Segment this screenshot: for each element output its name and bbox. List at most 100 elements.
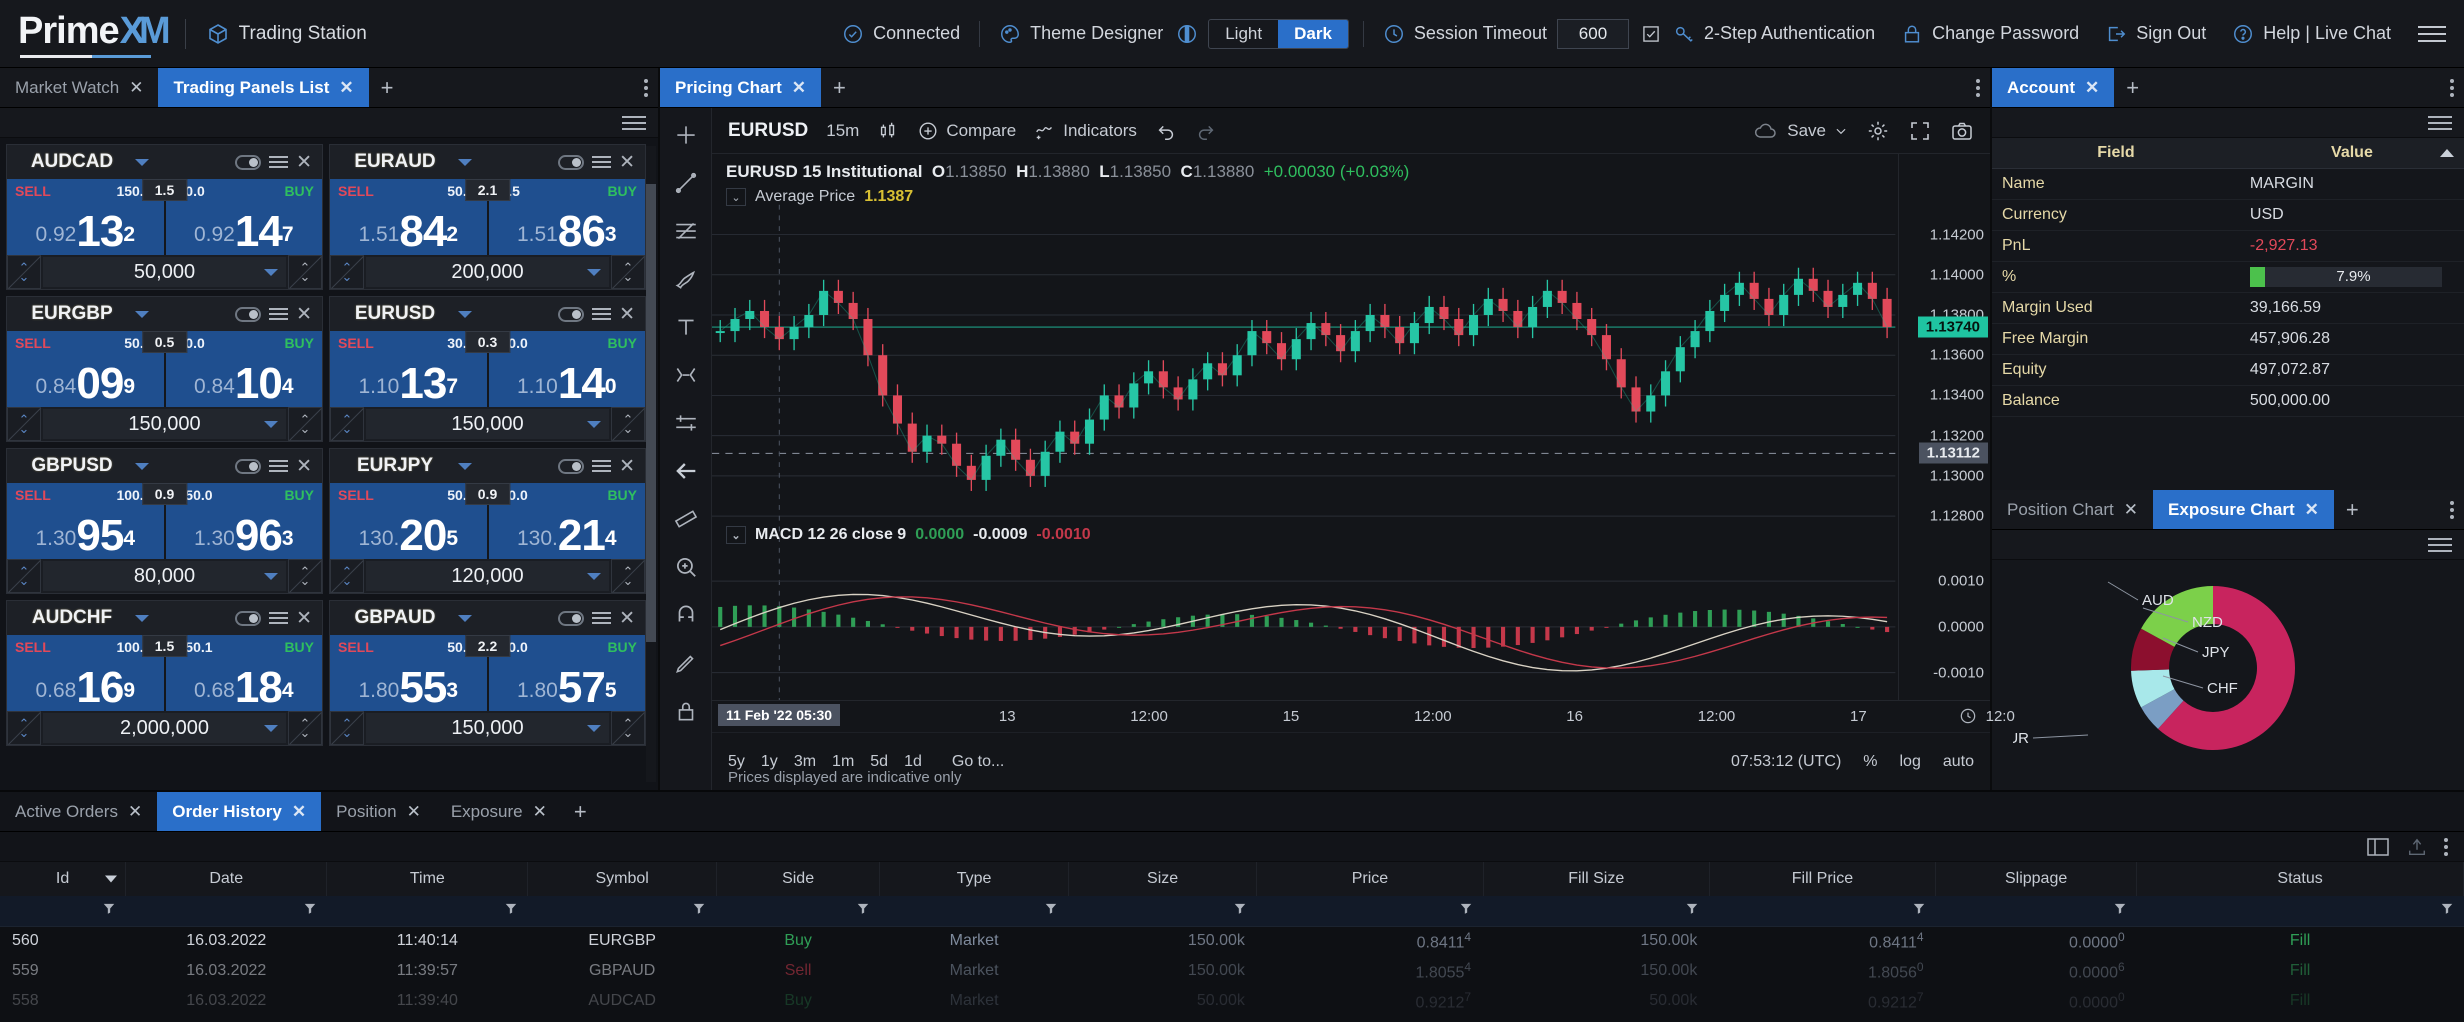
orders-col-symbol[interactable]: Symbol bbox=[527, 862, 717, 896]
theme-designer-button[interactable]: Theme Designer bbox=[999, 23, 1163, 45]
checkbox-icon[interactable] bbox=[1641, 24, 1661, 44]
chevron-down-icon[interactable] bbox=[264, 724, 278, 732]
trading-tile[interactable]: EURUSD ✕ SELL 30.0 1.10 13 7 BUY 80.0 1.10… bbox=[329, 296, 646, 442]
filter-cell[interactable] bbox=[125, 896, 327, 927]
column-filter-icon[interactable] bbox=[2440, 901, 2454, 920]
range-5y[interactable]: 5y bbox=[728, 753, 745, 771]
trading-station-chip[interactable]: Trading Station bbox=[206, 22, 367, 46]
filter-cell[interactable] bbox=[1068, 896, 1257, 927]
column-filter-icon[interactable] bbox=[1044, 901, 1058, 920]
tile-menu-icon[interactable] bbox=[269, 460, 289, 472]
column-filter-icon[interactable] bbox=[1685, 901, 1699, 920]
trading-tile[interactable]: AUDCHF ✕ SELL 100.0 0.68 16 9 BUY 150.1 0.… bbox=[6, 600, 323, 746]
account-row[interactable]: Name MARGIN bbox=[1992, 168, 2464, 200]
close-icon[interactable]: ✕ bbox=[129, 78, 143, 98]
tab-order-history[interactable]: Order History ✕ bbox=[157, 792, 322, 831]
filter-cell[interactable] bbox=[0, 896, 126, 927]
price-axis[interactable]: 1.14200 1.14000 1.13800 1.13600 1.13400 1.132… bbox=[1898, 154, 1990, 700]
filter-cell[interactable] bbox=[527, 896, 717, 927]
column-filter-icon[interactable] bbox=[303, 901, 317, 920]
chart-canvas[interactable]: EURUSD 15 Institutional O1.13850 H1.1388… bbox=[712, 154, 1990, 700]
orders-col-id[interactable]: Id bbox=[0, 862, 127, 896]
brush-icon[interactable] bbox=[669, 262, 703, 296]
amount-stepper-left[interactable]: ⌃ ⌄ bbox=[7, 711, 41, 745]
trading-tile[interactable]: GBPUSD ✕ SELL 100.0 1.30 95 4 BUY 150.0 1.… bbox=[6, 448, 323, 594]
tile-close-icon[interactable]: ✕ bbox=[296, 305, 312, 324]
redo-icon[interactable] bbox=[1195, 120, 1217, 142]
theme-toggle[interactable]: Light Dark bbox=[1208, 18, 1349, 49]
add-tab-icon[interactable]: + bbox=[562, 792, 599, 831]
amount-stepper-right[interactable]: ⌃ ⌄ bbox=[611, 255, 645, 289]
tile-close-icon[interactable]: ✕ bbox=[619, 305, 635, 324]
save-button[interactable]: Save bbox=[1753, 121, 1848, 141]
column-filter-icon[interactable] bbox=[1459, 901, 1473, 920]
fib-icon[interactable] bbox=[669, 214, 703, 248]
close-icon[interactable]: ✕ bbox=[407, 802, 421, 822]
percent-scale-button[interactable]: % bbox=[1863, 753, 1877, 771]
amount-input[interactable]: 150,000 bbox=[366, 713, 609, 743]
table-row[interactable]: 559 16.03.2022 11:39:57 GBPAUD Sell Mark… bbox=[0, 956, 2464, 986]
indicators-button[interactable]: Indicators bbox=[1034, 120, 1137, 142]
chevron-down-icon[interactable] bbox=[135, 310, 149, 318]
tab-active-orders[interactable]: Active Orders ✕ bbox=[0, 792, 157, 831]
account-row[interactable]: Balance 500,000.00 bbox=[1992, 385, 2464, 417]
close-icon[interactable]: ✕ bbox=[2305, 500, 2319, 520]
orders-menu-icon[interactable] bbox=[2444, 837, 2448, 856]
filter-cell[interactable] bbox=[1935, 896, 2137, 927]
session-timeout-input[interactable]: 600 bbox=[1556, 18, 1629, 49]
close-icon[interactable]: ✕ bbox=[792, 78, 806, 98]
orders-col-time[interactable]: Time bbox=[326, 862, 529, 896]
chevron-down-icon[interactable] bbox=[458, 310, 472, 318]
main-menu-icon[interactable] bbox=[2418, 25, 2446, 42]
add-tab-icon[interactable]: + bbox=[2114, 68, 2151, 107]
tiles-scrollbar[interactable] bbox=[646, 146, 656, 782]
tile-toggle[interactable] bbox=[235, 458, 262, 474]
tile-close-icon[interactable]: ✕ bbox=[619, 457, 635, 476]
tile-close-icon[interactable]: ✕ bbox=[296, 609, 312, 628]
close-icon[interactable]: ✕ bbox=[533, 802, 547, 822]
tile-close-icon[interactable]: ✕ bbox=[619, 609, 635, 628]
orders-col-price[interactable]: Price bbox=[1256, 862, 1484, 896]
arrow-left-icon[interactable] bbox=[669, 454, 703, 488]
chevron-down-icon[interactable] bbox=[135, 462, 149, 470]
tile-close-icon[interactable]: ✕ bbox=[296, 153, 312, 172]
amount-stepper-left[interactable]: ⌃ ⌄ bbox=[7, 255, 41, 289]
export-icon[interactable] bbox=[2406, 837, 2428, 857]
draw-icon[interactable] bbox=[669, 646, 703, 680]
close-icon[interactable]: ✕ bbox=[2124, 500, 2138, 520]
filter-cell[interactable] bbox=[1256, 896, 1484, 927]
tab-account[interactable]: Account ✕ bbox=[1992, 68, 2115, 107]
trendline-icon[interactable] bbox=[669, 166, 703, 200]
trading-tile[interactable]: EURAUD ✕ SELL 50.0 1.51 84 2 BUY 4.5 1.51 8… bbox=[329, 144, 646, 290]
panel-menu-icon[interactable] bbox=[2450, 78, 2454, 97]
camera-icon[interactable] bbox=[1950, 119, 1974, 143]
chevron-down-icon[interactable] bbox=[264, 572, 278, 580]
account-row[interactable]: Equity 497,072.87 bbox=[1992, 354, 2464, 386]
tile-menu-icon[interactable] bbox=[592, 308, 612, 320]
range-5d[interactable]: 5d bbox=[870, 753, 888, 771]
tile-toggle[interactable] bbox=[235, 154, 262, 170]
amount-stepper-right[interactable]: ⌃ ⌄ bbox=[611, 711, 645, 745]
log-scale-button[interactable]: log bbox=[1900, 753, 1921, 771]
table-row[interactable]: 560 16.03.2022 11:40:14 EURGBP Buy Marke… bbox=[0, 926, 2464, 956]
tile-menu-icon[interactable] bbox=[592, 612, 612, 624]
amount-input[interactable]: 200,000 bbox=[366, 257, 609, 287]
tab-position[interactable]: Position ✕ bbox=[321, 792, 436, 831]
amount-input[interactable]: 120,000 bbox=[366, 561, 609, 591]
range-1m[interactable]: 1m bbox=[832, 753, 854, 771]
list-options-icon[interactable] bbox=[622, 115, 646, 130]
chevron-down-icon[interactable] bbox=[264, 268, 278, 276]
amount-stepper-left[interactable]: ⌃ ⌄ bbox=[330, 711, 364, 745]
amount-stepper-right[interactable]: ⌃ ⌄ bbox=[611, 407, 645, 441]
account-row[interactable]: % 7.9% bbox=[1992, 261, 2464, 293]
chevron-down-icon[interactable] bbox=[587, 724, 601, 732]
amount-stepper-left[interactable]: ⌃ ⌄ bbox=[330, 255, 364, 289]
range-1d[interactable]: 1d bbox=[904, 753, 922, 771]
candlestick-icon[interactable] bbox=[877, 120, 899, 142]
pattern-icon[interactable] bbox=[669, 358, 703, 392]
text-icon[interactable] bbox=[669, 310, 703, 344]
buy-button[interactable]: BUY 4.5 1.51 86 3 bbox=[488, 179, 645, 255]
amount-input[interactable]: 150,000 bbox=[43, 409, 286, 439]
filter-cell[interactable] bbox=[1483, 896, 1710, 927]
range-3m[interactable]: 3m bbox=[794, 753, 816, 771]
